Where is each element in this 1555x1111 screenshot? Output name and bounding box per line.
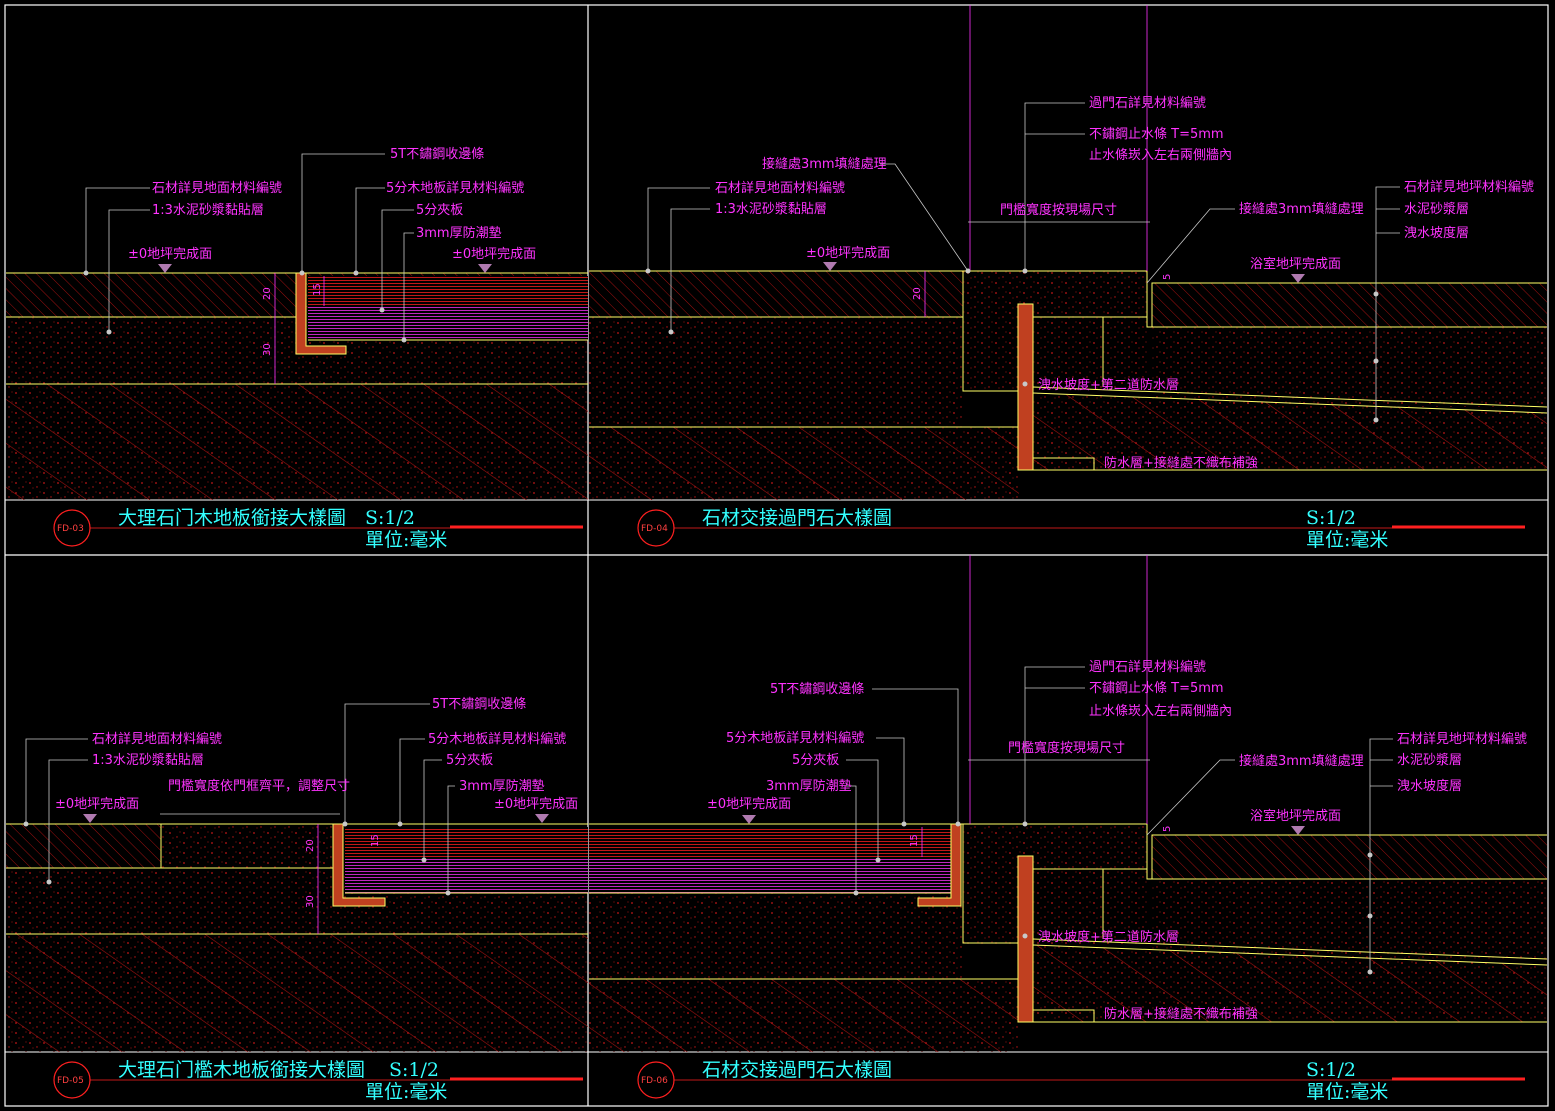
- label-plywood: 5分夾板: [792, 753, 839, 768]
- dim-30: 30: [262, 343, 273, 356]
- label-joint-grout: 接縫處3mm填縫處理: [1239, 753, 1364, 769]
- label-slope-layer: 洩水坡度層: [1404, 225, 1469, 241]
- drawing-unit: 單位:毫米: [365, 529, 447, 551]
- label-wood-floor: 5分木地板詳見材料編號: [386, 180, 524, 196]
- dim-5: 5: [1162, 274, 1173, 280]
- label-water-stop-embed: 止水條崁入左右兩側牆內: [1089, 704, 1232, 719]
- dim-30: 30: [305, 895, 316, 908]
- label-joint-grout-right: 接縫處3mm填縫處理: [1239, 201, 1364, 217]
- drawing-tag: FD-04: [641, 524, 668, 534]
- label-slope-layer: 洩水坡度層: [1397, 778, 1462, 794]
- drawing-unit: 單位:毫米: [1306, 529, 1388, 551]
- label-mortar-bed: 1:3水泥砂漿黏貼層: [715, 201, 827, 217]
- label-moisture-pad: 3mm厚防潮墊: [459, 778, 545, 794]
- label-threshold-width: 門檻寬度按現場尺寸: [1000, 202, 1117, 218]
- label-moisture-pad: 3mm厚防潮墊: [416, 225, 502, 241]
- label-floor-level-right: ±0地坪完成面: [452, 247, 536, 262]
- label-slope-waterproof: 洩水坡度+第二道防水層: [1038, 929, 1179, 945]
- dim-20: 20: [305, 839, 316, 852]
- panel-fd-03: 5T不鏽鋼收邊條 石材詳見地面材料編號 5分木地板詳見材料編號 1:3水泥砂漿黏…: [6, 147, 588, 551]
- panel-fd-06: 過門石詳見材料編號 5T不鏽鋼收邊條 不鏽鋼止水條 T=5mm 止水條崁入左右兩…: [589, 555, 1548, 1103]
- label-floor-level-right: ±0地坪完成面: [494, 797, 578, 812]
- label-cement-mortar: 水泥砂漿層: [1404, 202, 1469, 217]
- label-floor-level: ±0地坪完成面: [806, 246, 890, 261]
- drawing-unit: 單位:毫米: [1306, 1081, 1388, 1103]
- drawing-unit: 單位:毫米: [365, 1081, 447, 1103]
- label-stone-floor-material: 石材詳見地坪材料編號: [1404, 179, 1534, 195]
- drawing-scale: S:1/2: [389, 1059, 439, 1081]
- label-waterproof-reinforce: 防水層+接縫處不織布補強: [1104, 1006, 1258, 1022]
- label-edge-strip: 5T不鏽鋼收邊條: [432, 697, 526, 712]
- label-stone-material: 石材詳見地面材料編號: [152, 180, 282, 196]
- label-joint-grout-left: 接縫處3mm填縫處理: [762, 156, 887, 172]
- label-wood-floor: 5分木地板詳見材料編號: [726, 730, 864, 746]
- drawing-tag: FD-05: [57, 1076, 84, 1086]
- label-edge-strip: 5T不鏽鋼收邊條: [770, 682, 864, 697]
- dim-5: 5: [1162, 826, 1173, 832]
- label-water-stop: 不鏽鋼止水條 T=5mm: [1089, 127, 1224, 142]
- drawing-scale: S:1/2: [365, 507, 415, 529]
- dim-15: 15: [370, 834, 381, 847]
- label-stone-floor-material: 石材詳見地坪材料編號: [1397, 731, 1527, 747]
- label-plywood: 5分夾板: [416, 203, 463, 218]
- panel-fd-04: 過門石詳見材料編號 不鏽鋼止水條 T=5mm 止水條崁入左右兩側牆內 接縫處3m…: [589, 5, 1548, 551]
- drawing-title: 大理石门檻木地板銜接大樣圖: [118, 1059, 365, 1081]
- drawing-tag: FD-06: [641, 1076, 668, 1086]
- dim-15: 15: [909, 834, 920, 847]
- label-threshold-stone: 過門石詳見材料編號: [1089, 95, 1206, 111]
- label-floor-level-left: ±0地坪完成面: [128, 247, 212, 262]
- label-floor-level: ±0地坪完成面: [707, 797, 791, 812]
- label-mortar-bed: 1:3水泥砂漿黏貼層: [92, 752, 204, 768]
- label-threshold-stone: 過門石詳見材料編號: [1089, 659, 1206, 675]
- drawing-title: 石材交接過門石大樣圖: [702, 507, 892, 529]
- panel-fd-05: 5T不鏽鋼收邊條 石材詳見地面材料編號 5分木地板詳見材料編號 1:3水泥砂漿黏…: [6, 697, 588, 1103]
- label-stone-material: 石材詳見地面材料編號: [715, 180, 845, 196]
- label-bathroom-floor-level: 浴室地坪完成面: [1250, 256, 1341, 272]
- drawing-scale: S:1/2: [1306, 507, 1356, 529]
- label-threshold-width: 門檻寬度按現場尺寸: [1008, 740, 1125, 756]
- label-moisture-pad: 3mm厚防潮墊: [766, 778, 852, 794]
- label-floor-level-left: ±0地坪完成面: [55, 797, 139, 812]
- label-wood-floor: 5分木地板詳見材料編號: [428, 731, 566, 747]
- dim-15: 15: [312, 283, 323, 296]
- label-stone-material: 石材詳見地面材料編號: [92, 731, 222, 747]
- label-mortar-bed: 1:3水泥砂漿黏貼層: [152, 202, 264, 218]
- label-edge-strip: 5T不鏽鋼收邊條: [390, 147, 484, 162]
- label-threshold-width: 門檻寬度依門框齊平，調整尺寸: [168, 778, 350, 794]
- label-water-stop: 不鏽鋼止水條 T=5mm: [1089, 681, 1224, 696]
- detail-drawing-sheet: 5T不鏽鋼收邊條 石材詳見地面材料編號 5分木地板詳見材料編號 1:3水泥砂漿黏…: [4, 4, 1549, 1107]
- label-plywood: 5分夾板: [446, 753, 493, 768]
- label-cement-mortar: 水泥砂漿層: [1397, 753, 1462, 768]
- label-slope-waterproof: 洩水坡度+第二道防水層: [1038, 377, 1179, 393]
- drawing-tag: FD-03: [57, 524, 84, 534]
- drawing-title: 大理石门木地板銜接大樣圖: [118, 507, 346, 529]
- drawing-scale: S:1/2: [1306, 1059, 1356, 1081]
- drawing-title: 石材交接過門石大樣圖: [702, 1059, 892, 1081]
- label-bathroom-floor-level: 浴室地坪完成面: [1250, 808, 1341, 824]
- dim-20: 20: [262, 287, 273, 300]
- label-water-stop-embed: 止水條崁入左右兩側牆內: [1089, 148, 1232, 163]
- label-waterproof-reinforce: 防水層+接縫處不織布補強: [1104, 455, 1258, 471]
- dim-20: 20: [912, 287, 923, 300]
